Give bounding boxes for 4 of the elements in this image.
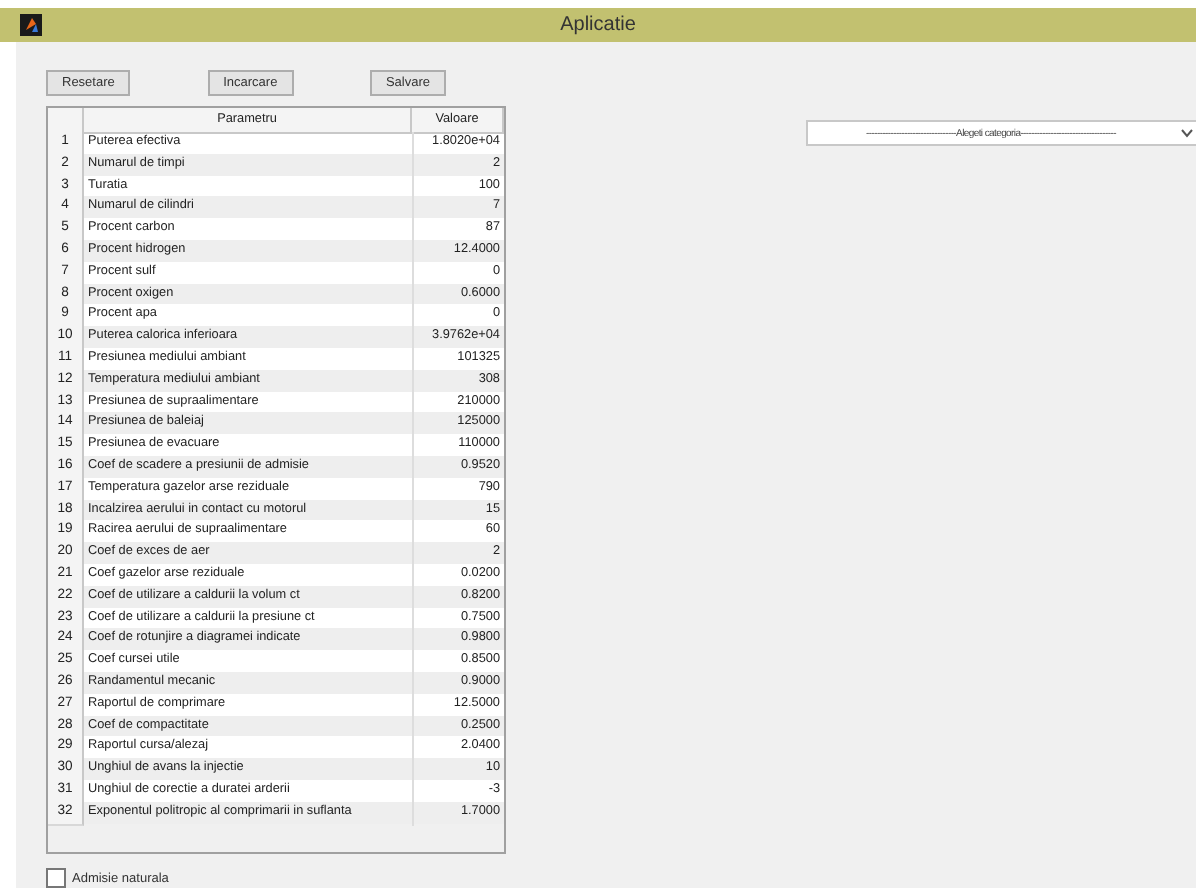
window-title: Aplicatie xyxy=(558,14,638,36)
caret-icon xyxy=(1180,128,1194,138)
app-icon xyxy=(20,14,42,36)
checkbox[interactable] xyxy=(46,868,66,888)
